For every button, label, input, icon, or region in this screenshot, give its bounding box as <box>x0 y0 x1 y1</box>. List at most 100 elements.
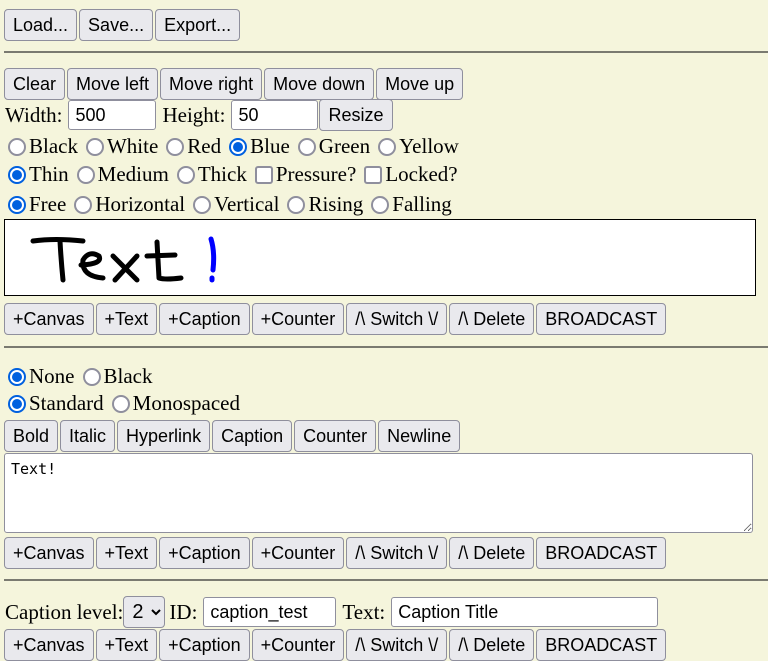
radio-icon[interactable] <box>166 137 185 156</box>
radio-selected-icon[interactable] <box>8 394 26 413</box>
radio-icon[interactable] <box>287 195 306 214</box>
direction-vertical[interactable]: Vertical <box>189 192 279 217</box>
newline-button[interactable]: Newline <box>378 420 461 452</box>
block-actions: +Canvas +Text +Caption +Counter /\ Switc… <box>4 629 668 661</box>
thickness-medium[interactable]: Medium <box>73 162 169 187</box>
thickness-options: Thin Medium Thick Pressure? Locked? <box>4 162 462 187</box>
width-input[interactable] <box>68 100 157 130</box>
broadcast-button[interactable]: BROADCAST <box>536 537 667 569</box>
delete-button[interactable]: /\ Delete <box>449 303 535 335</box>
radio-icon[interactable] <box>111 394 130 413</box>
checkbox-icon[interactable] <box>254 165 273 184</box>
delete-button[interactable]: /\ Delete <box>449 629 535 661</box>
italic-button[interactable]: Italic <box>60 420 116 452</box>
height-input[interactable] <box>231 100 319 130</box>
radio-icon[interactable] <box>176 165 195 184</box>
counter-button[interactable]: Counter <box>294 420 377 452</box>
move-left-button[interactable]: Move left <box>67 68 159 100</box>
color-green[interactable]: Green <box>294 134 370 159</box>
option-label: Black <box>103 364 153 388</box>
file-toolbar: Load... Save... Export... <box>4 9 242 41</box>
add-caption-button[interactable]: +Caption <box>159 537 250 569</box>
add-canvas-button[interactable]: +Canvas <box>4 629 94 661</box>
id-input[interactable] <box>203 597 337 627</box>
font-options: Standard Monospaced <box>4 391 244 416</box>
move-up-button[interactable]: Move up <box>376 68 464 100</box>
save-button[interactable]: Save... <box>79 9 154 41</box>
text-label: Text: <box>342 599 386 624</box>
add-text-button[interactable]: +Text <box>95 537 158 569</box>
option-label: Red <box>187 134 222 158</box>
color-yellow[interactable]: Yellow <box>374 134 459 159</box>
add-text-button[interactable]: +Text <box>95 303 158 335</box>
radio-icon[interactable] <box>297 137 316 156</box>
option-label: Pressure? <box>275 162 357 186</box>
broadcast-button[interactable]: BROADCAST <box>536 629 667 661</box>
add-counter-button[interactable]: +Counter <box>251 537 345 569</box>
add-caption-button[interactable]: +Caption <box>159 303 250 335</box>
black-strokes <box>30 237 184 283</box>
radio-selected-icon[interactable] <box>8 195 26 214</box>
radio-icon[interactable] <box>8 137 26 156</box>
divider <box>4 579 768 581</box>
switch-button[interactable]: /\ Switch \/ <box>346 537 448 569</box>
radio-selected-icon[interactable] <box>8 165 26 184</box>
bold-button[interactable]: Bold <box>4 420 59 452</box>
color-black[interactable]: Black <box>4 134 78 159</box>
radio-icon[interactable] <box>82 367 101 386</box>
radio-selected-icon[interactable] <box>8 367 26 386</box>
hyperlink-button[interactable]: Hyperlink <box>117 420 211 452</box>
move-right-button[interactable]: Move right <box>160 68 263 100</box>
add-canvas-button[interactable]: +Canvas <box>4 537 94 569</box>
drawing-canvas[interactable] <box>4 219 756 296</box>
export-button[interactable]: Export... <box>155 9 241 41</box>
load-button[interactable]: Load... <box>4 9 78 41</box>
add-canvas-button[interactable]: +Canvas <box>4 303 94 335</box>
border-none[interactable]: None <box>4 364 75 389</box>
delete-button[interactable]: /\ Delete <box>449 537 535 569</box>
radio-icon[interactable] <box>378 137 397 156</box>
radio-icon[interactable] <box>74 195 93 214</box>
option-label: White <box>106 134 159 158</box>
thickness-thin[interactable]: Thin <box>4 162 69 187</box>
format-toolbar: Bold Italic Hyperlink Caption Counter Ne… <box>4 420 462 452</box>
radio-selected-icon[interactable] <box>229 137 248 156</box>
caption-level-select[interactable]: 2 <box>123 596 166 628</box>
pressure-checkbox[interactable]: Pressure? <box>251 162 356 187</box>
radio-icon[interactable] <box>193 195 212 214</box>
text-content-input[interactable]: Text! <box>4 453 753 533</box>
direction-options: Free Horizontal Vertical Rising Falling <box>4 192 456 217</box>
broadcast-button[interactable]: BROADCAST <box>536 303 667 335</box>
color-blue[interactable]: Blue <box>225 134 290 159</box>
resize-button[interactable]: Resize <box>319 99 393 131</box>
thickness-thick[interactable]: Thick <box>173 162 247 187</box>
size-row: Width: Height: Resize <box>5 99 395 131</box>
radio-icon[interactable] <box>76 165 95 184</box>
checkbox-icon[interactable] <box>364 165 383 184</box>
direction-rising[interactable]: Rising <box>283 192 363 217</box>
caption-button[interactable]: Caption <box>212 420 293 452</box>
caption-text-input[interactable] <box>391 597 659 627</box>
radio-icon[interactable] <box>85 137 104 156</box>
add-text-button[interactable]: +Text <box>95 629 158 661</box>
locked-checkbox[interactable]: Locked? <box>360 162 458 187</box>
font-standard[interactable]: Standard <box>4 391 104 416</box>
move-down-button[interactable]: Move down <box>264 68 375 100</box>
color-red[interactable]: Red <box>162 134 221 159</box>
option-label: Standard <box>29 391 104 415</box>
option-label: Rising <box>308 192 364 216</box>
clear-button[interactable]: Clear <box>4 68 66 100</box>
direction-falling[interactable]: Falling <box>367 192 452 217</box>
option-label: Horizontal <box>95 192 186 216</box>
switch-button[interactable]: /\ Switch \/ <box>346 629 448 661</box>
color-white[interactable]: White <box>82 134 158 159</box>
add-counter-button[interactable]: +Counter <box>251 303 345 335</box>
add-counter-button[interactable]: +Counter <box>251 629 345 661</box>
direction-free[interactable]: Free <box>4 192 66 217</box>
add-caption-button[interactable]: +Caption <box>159 629 250 661</box>
border-black[interactable]: Black <box>79 364 153 389</box>
font-monospaced[interactable]: Monospaced <box>108 391 240 416</box>
radio-icon[interactable] <box>371 195 390 214</box>
direction-horizontal[interactable]: Horizontal <box>70 192 185 217</box>
switch-button[interactable]: /\ Switch \/ <box>346 303 448 335</box>
